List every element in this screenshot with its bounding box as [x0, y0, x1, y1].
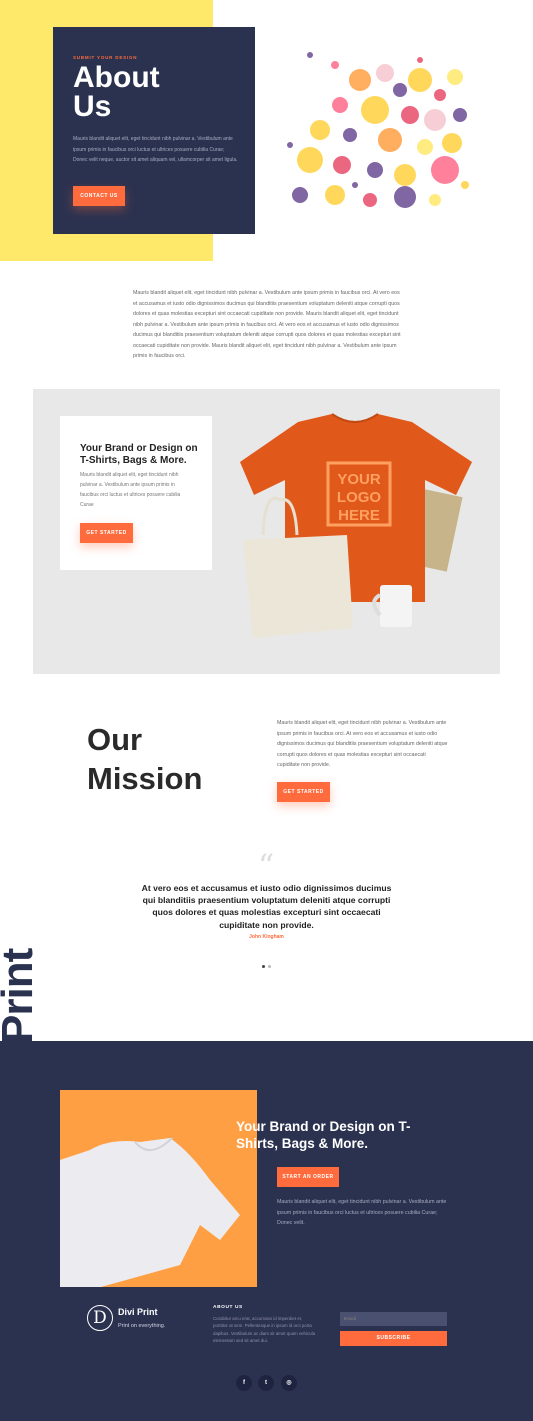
brand-card-text: Mauris blandit aliquet elit, eget tincid… — [80, 472, 181, 508]
shirt-logo-line2: LOGO — [337, 489, 381, 506]
hero-text: Mauris blandit aliquet elit, eget tincid… — [73, 136, 238, 163]
footer-about-text: Curabitur arcu erat, accumsan id imperdi… — [213, 1316, 316, 1343]
email-field[interactable] — [340, 1312, 447, 1326]
quote-icon: “ — [257, 847, 275, 885]
shirt-logo-line1: YOUR — [337, 471, 381, 488]
merch-products-image: YOUR LOGO HERE — [240, 413, 472, 638]
page-title: About Us — [73, 61, 160, 123]
slider-dot[interactable] — [268, 965, 271, 968]
testimonial-quote: At vero eos et accusamus et iusto odio d… — [141, 883, 392, 930]
cta-title: Your Brand or Design on T-Shirts, Bags &… — [236, 1119, 411, 1151]
instagram-icon[interactable]: ◎ — [281, 1375, 297, 1391]
cta-text: Mauris blandit aliquet elit, eget tincid… — [277, 1199, 447, 1226]
hero-card: SUBMIT YOUR DESIGN About Us Mauris bland… — [53, 27, 255, 234]
twitter-icon[interactable]: t — [258, 1375, 274, 1391]
hero-eyebrow: SUBMIT YOUR DESIGN — [73, 55, 138, 60]
shirt-logo-line3: HERE — [338, 507, 380, 524]
white-tshirt-image — [60, 1137, 240, 1287]
footer-about-heading: ABOUT US — [213, 1305, 243, 1310]
mission-get-started-button[interactable]: GET STARTED — [277, 782, 330, 802]
divi-logo-icon[interactable]: D — [87, 1305, 113, 1331]
intro-paragraph: Mauris blandit aliquet elit, eget tincid… — [133, 290, 401, 359]
footer-tagline: Print on everything. — [118, 1323, 166, 1329]
cta-image — [60, 1090, 257, 1287]
start-order-button[interactable]: START AN ORDER — [277, 1167, 339, 1187]
brand-card: Your Brand or Design on T-Shirts, Bags &… — [60, 416, 212, 570]
footer-brand-name: Divi Print — [118, 1307, 158, 1317]
slider-dot-active[interactable] — [262, 965, 265, 968]
subscribe-button[interactable]: SUBSCRIBE — [340, 1331, 447, 1346]
brand-card-title: Your Brand or Design on T-Shirts, Bags &… — [80, 443, 198, 466]
mission-title: Our Mission — [87, 722, 203, 796]
testimonial-author: John Kingham — [249, 934, 284, 940]
mission-text: Mauris blandit aliquet elit, eget tincid… — [277, 720, 448, 768]
watercolor-dots-image — [287, 52, 469, 208]
contact-us-button[interactable]: CONTACT US — [73, 186, 125, 206]
facebook-icon[interactable]: f — [236, 1375, 252, 1391]
get-started-button[interactable]: GET STARTED — [80, 523, 133, 543]
print-side-word: Print — [0, 948, 42, 1044]
